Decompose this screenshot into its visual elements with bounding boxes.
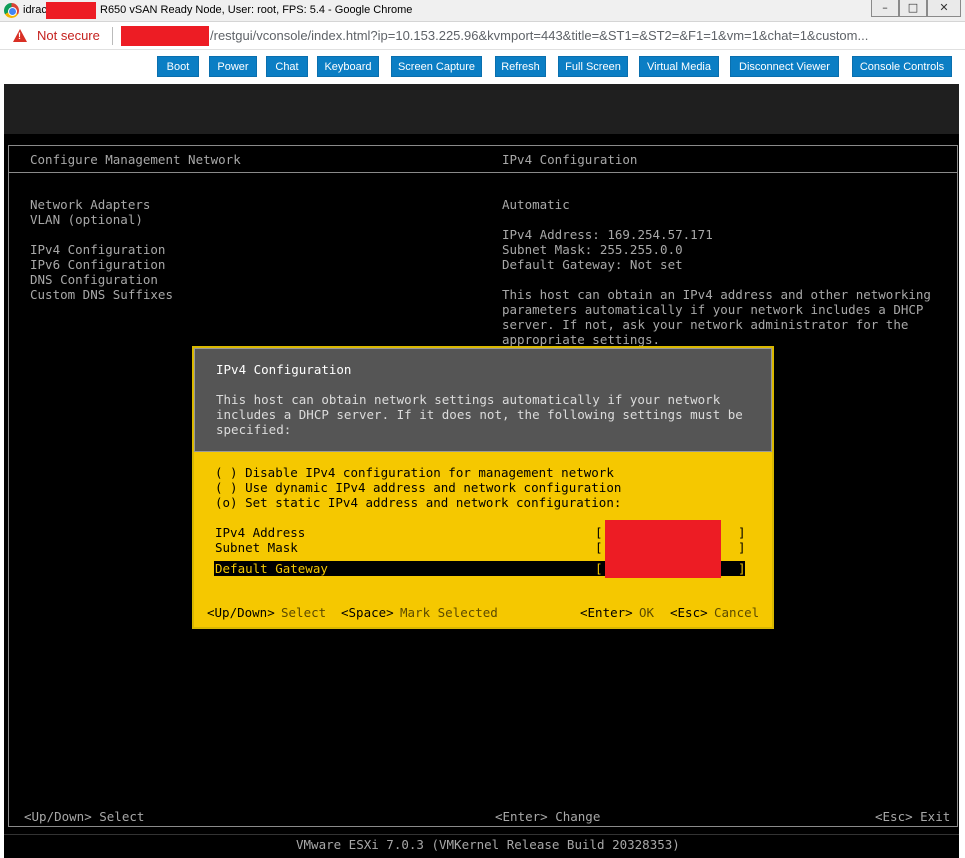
ipv4-address-label[interactable]: IPv4 Address <box>215 525 305 540</box>
window-controls: – □ ✕ <box>871 0 961 17</box>
full-screen-button[interactable]: Full Screen <box>558 56 628 77</box>
ipv4-address-info: IPv4 Address: 169.254.57.171 <box>502 227 713 242</box>
window-title-bar: idrac R650 vSAN Ready Node, User: root, … <box>0 0 965 22</box>
disconnect-viewer-button[interactable]: Disconnect Viewer <box>730 56 839 77</box>
menu-network-adapters[interactable]: Network Adapters <box>30 197 150 212</box>
help-text: This host can obtain an IPv4 address and… <box>502 287 931 302</box>
subnet-mask-bracket-close: ] <box>738 540 746 555</box>
help-text: appropriate settings. <box>502 332 661 347</box>
dialog-body: ( ) Disable IPv4 configuration for manag… <box>194 452 772 627</box>
cancel-action[interactable]: Cancel <box>714 605 759 620</box>
console-controls-button[interactable]: Console Controls <box>852 56 952 77</box>
option-disable-ipv4[interactable]: ( ) Disable IPv4 configuration for manag… <box>215 465 614 480</box>
divider <box>112 27 113 45</box>
redaction-block <box>46 2 96 19</box>
power-button[interactable]: Power <box>209 56 257 77</box>
menu-ipv4[interactable]: IPv4 Configuration <box>30 242 165 257</box>
ok-key[interactable]: <Enter> <box>580 605 633 620</box>
dialog-description: specified: <box>216 422 292 437</box>
subnet-mask-info: Subnet Mask: 255.255.0.0 <box>502 242 683 257</box>
address-bar: Not secure /restgui/vconsole/index.html?… <box>0 22 965 50</box>
minimize-icon[interactable]: – <box>871 0 899 17</box>
menu-vlan[interactable]: VLAN (optional) <box>30 212 143 227</box>
security-label[interactable]: Not secure <box>37 28 100 43</box>
dialog-description: This host can obtain network settings au… <box>216 392 721 407</box>
help-text: parameters automatically if your network… <box>502 302 924 317</box>
key-updown: <Up/Down> <box>207 605 275 620</box>
subnet-mask-bracket-open: [ <box>595 540 603 555</box>
key-updown-action: Select <box>281 605 327 620</box>
boot-button[interactable]: Boot <box>157 56 199 77</box>
footer-select-hint: <Up/Down> Select <box>24 809 145 824</box>
divider <box>9 172 957 173</box>
ok-action[interactable]: OK <box>639 605 654 620</box>
menu-dns[interactable]: DNS Configuration <box>30 272 158 287</box>
chrome-icon <box>4 3 19 18</box>
redaction-block <box>605 520 721 578</box>
viewer-toolbar: Boot Power Chat Keyboard Screen Capture … <box>0 50 965 84</box>
option-static-ipv4[interactable]: (o) Set static IPv4 address and network … <box>215 495 621 510</box>
gateway-info: Default Gateway: Not set <box>502 257 683 272</box>
cancel-key[interactable]: <Esc> <box>670 605 708 620</box>
redaction-block <box>121 26 209 46</box>
divider <box>4 834 959 835</box>
esxi-version: VMware ESXi 7.0.3 (VMKernel Release Buil… <box>296 837 680 852</box>
footer-exit-hint: <Esc> Exit <box>875 809 951 824</box>
option-dynamic-ipv4[interactable]: ( ) Use dynamic IPv4 address and network… <box>215 480 621 495</box>
keyboard-button[interactable]: Keyboard <box>317 56 379 77</box>
subnet-mask-label[interactable]: Subnet Mask <box>215 540 298 555</box>
remote-console[interactable]: Configure Management Network IPv4 Config… <box>4 84 959 858</box>
maximize-icon[interactable]: □ <box>899 0 927 17</box>
ipv4-address-bracket-open: [ <box>595 525 603 540</box>
help-text: server. If not, ask your network adminis… <box>502 317 909 332</box>
virtual-media-button[interactable]: Virtual Media <box>639 56 719 77</box>
dialog-title: IPv4 Configuration <box>216 362 352 377</box>
default-gateway-bracket-open: [ <box>595 561 603 576</box>
ipv4-config-dialog: IPv4 Configuration This host can obtain … <box>192 346 774 629</box>
window-title: R650 vSAN Ready Node, User: root, FPS: 5… <box>100 4 413 16</box>
chat-button[interactable]: Chat <box>266 56 308 77</box>
left-header: Configure Management Network <box>30 152 241 167</box>
ipv4-address-bracket-close: ] <box>738 525 746 540</box>
ip-mode: Automatic <box>502 197 570 212</box>
console-header-strip <box>4 84 959 134</box>
right-header: IPv4 Configuration <box>502 152 638 167</box>
refresh-button[interactable]: Refresh <box>495 56 546 77</box>
window-title-prefix: idrac <box>23 4 47 16</box>
menu-ipv6[interactable]: IPv6 Configuration <box>30 257 165 272</box>
key-space-action: Mark Selected <box>400 605 498 620</box>
default-gateway-label[interactable]: Default Gateway <box>215 561 328 576</box>
dialog-header: IPv4 Configuration This host can obtain … <box>194 348 772 452</box>
dialog-description: includes a DHCP server. If it does not, … <box>216 407 743 422</box>
warning-icon[interactable] <box>13 29 27 42</box>
screen-capture-button[interactable]: Screen Capture <box>391 56 482 77</box>
footer-change-hint: <Enter> Change <box>495 809 601 824</box>
url-field[interactable]: /restgui/vconsole/index.html?ip=10.153.2… <box>210 28 868 43</box>
key-space: <Space> <box>341 605 394 620</box>
menu-dns-suffixes[interactable]: Custom DNS Suffixes <box>30 287 173 302</box>
close-icon[interactable]: ✕ <box>927 0 961 17</box>
default-gateway-bracket-close: ] <box>738 561 746 576</box>
